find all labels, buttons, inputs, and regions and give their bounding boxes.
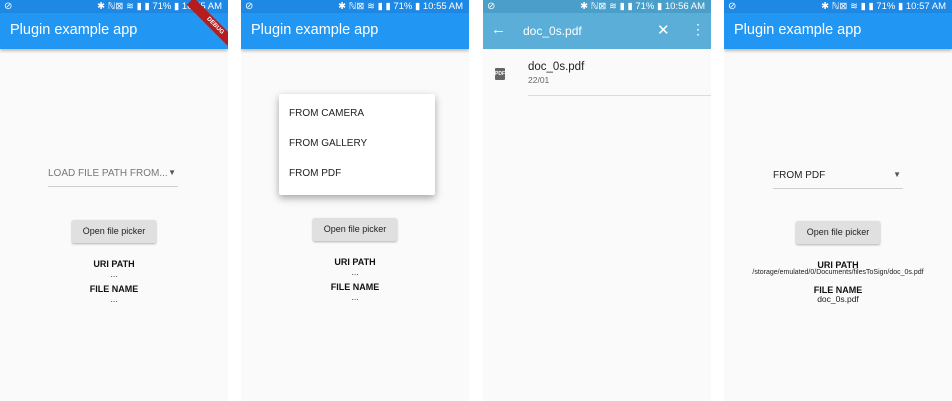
- battery-level: 71%: [152, 1, 172, 12]
- dropdown-hint: LOAD FILE PATH FROM...: [48, 168, 168, 179]
- battery-level: 71%: [635, 1, 655, 12]
- status-bar: ⊘ ✱ ℕ⊠ ≋ ▮ ▮ 71% ▮ 10:56 AM: [483, 0, 711, 13]
- dropdown-arrow-icon: ▼: [893, 170, 901, 179]
- clock: 10:57 AM: [905, 1, 946, 12]
- sync-icon: ⊘: [487, 1, 496, 12]
- open-file-picker-button[interactable]: Open file picker: [72, 220, 156, 243]
- search-bar: ← doc_0s.pdf ✕ ⋮: [483, 13, 711, 49]
- divider: [528, 95, 711, 96]
- file-name-value: doc_0s.pdf: [817, 294, 859, 304]
- file-name-value: ...: [110, 294, 118, 304]
- sync-icon: ⊘: [728, 1, 737, 12]
- app-bar: Plugin example app: [241, 13, 469, 49]
- app-title: Plugin example app: [734, 22, 862, 38]
- app-bar: Plugin example app: [724, 13, 952, 49]
- screen-source-menu: ⊘ ✱ ℕ⊠ ≋ ▮ ▮ 71% ▮ 10:55 AM Plugin examp…: [241, 0, 469, 401]
- file-item-name[interactable]: doc_0s.pdf: [528, 61, 584, 73]
- file-item-date: 22/01: [528, 75, 550, 85]
- screen-result: ⊘ ✱ ℕ⊠ ≋ ▮ ▮ 71% ▮ 10:57 AM Plugin examp…: [724, 0, 952, 401]
- battery-level: 71%: [876, 1, 896, 12]
- battery-icon: ▮: [656, 1, 663, 12]
- uri-path-label: URI PATH: [93, 259, 135, 269]
- battery-icon: ▮: [173, 1, 180, 12]
- pdf-file-icon: PDF: [495, 68, 505, 80]
- open-file-picker-button[interactable]: Open file picker: [313, 218, 397, 241]
- back-arrow-icon[interactable]: ←: [491, 21, 506, 38]
- search-input[interactable]: doc_0s.pdf: [523, 24, 582, 38]
- status-icons: ✱ ℕ⊠ ≋ ▮ ▮: [338, 1, 391, 12]
- menu-item-from-camera[interactable]: FROM CAMERA: [289, 108, 364, 119]
- sync-icon: ⊘: [245, 1, 254, 12]
- screen-initial: ⊘ ✱ ℕ⊠ ≋ ▮ ▮ 71% ▮ 10:55 AM Plugin examp…: [0, 0, 228, 401]
- uri-path-value: /storage/emulated/0/Documents/filesToSig…: [752, 269, 924, 276]
- file-name-label: FILE NAME: [330, 282, 380, 292]
- battery-level: 71%: [393, 1, 413, 12]
- open-file-picker-button[interactable]: Open file picker: [796, 221, 880, 244]
- dropdown-selected: FROM PDF: [773, 170, 826, 181]
- status-icons: ✱ ℕ⊠ ≋ ▮ ▮: [97, 1, 150, 12]
- sync-icon: ⊘: [4, 1, 13, 12]
- clock: 10:55 AM: [422, 1, 463, 12]
- app-bar: Plugin example app DEBUG: [0, 0, 228, 55]
- source-menu: FROM CAMERA FROM GALLERY FROM PDF: [279, 94, 435, 195]
- status-bar: ⊘ ✱ ℕ⊠ ≋ ▮ ▮ 71% ▮ 10:55 AM: [241, 0, 469, 13]
- uri-path-value: ...: [110, 269, 118, 279]
- status-icons: ✱ ℕ⊠ ≋ ▮ ▮: [580, 1, 633, 12]
- battery-icon: ▮: [414, 1, 421, 12]
- close-icon[interactable]: ✕: [657, 21, 670, 39]
- file-name-label: FILE NAME: [89, 284, 139, 294]
- source-dropdown[interactable]: LOAD FILE PATH FROM... ▼: [48, 164, 178, 187]
- status-bar: ⊘ ✱ ℕ⊠ ≋ ▮ ▮ 71% ▮ 10:57 AM: [724, 0, 952, 13]
- clock: 10:56 AM: [664, 1, 705, 12]
- screen-file-search: ⊘ ✱ ℕ⊠ ≋ ▮ ▮ 71% ▮ 10:56 AM ← doc_0s.pdf…: [483, 0, 711, 401]
- file-name-value: ...: [351, 292, 359, 302]
- source-dropdown[interactable]: FROM PDF ▼: [773, 166, 903, 189]
- uri-path-value: ...: [351, 267, 359, 277]
- menu-item-from-gallery[interactable]: FROM GALLERY: [289, 138, 367, 149]
- battery-icon: ▮: [897, 1, 904, 12]
- uri-path-label: URI PATH: [334, 257, 376, 267]
- status-icons: ✱ ℕ⊠ ≋ ▮ ▮: [821, 1, 874, 12]
- dropdown-arrow-icon: ▼: [168, 168, 176, 177]
- app-title: Plugin example app: [251, 22, 379, 38]
- app-title: Plugin example app: [10, 22, 138, 38]
- menu-item-from-pdf[interactable]: FROM PDF: [289, 168, 341, 179]
- more-vert-icon[interactable]: ⋮: [691, 21, 705, 38]
